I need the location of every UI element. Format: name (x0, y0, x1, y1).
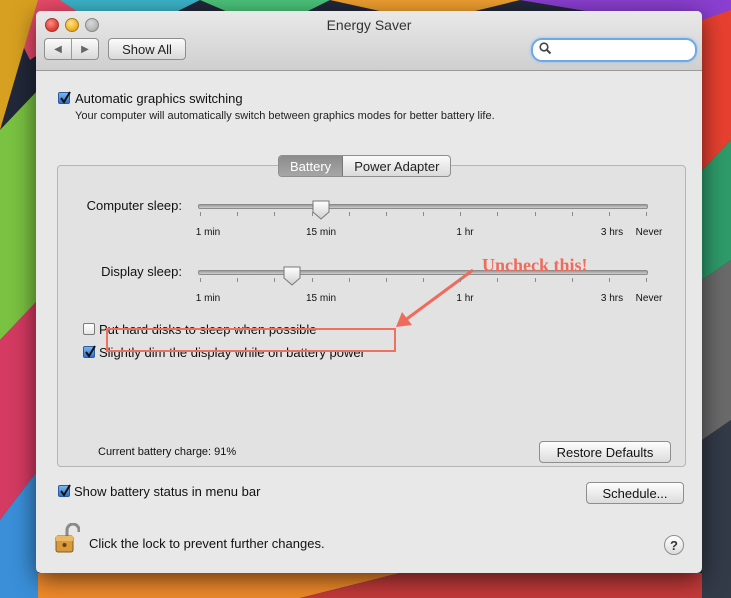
slider-tick-mark (608, 278, 610, 282)
graphics-switching-label[interactable]: Automatic graphics switching (75, 91, 243, 106)
graphics-switching-description: Your computer will automatically switch … (75, 110, 495, 122)
slider-tick-mark (646, 278, 647, 282)
slider-tick-mark (348, 212, 350, 216)
checkmark-icon (85, 345, 96, 358)
back-forward-control: ◀ ▶ (44, 38, 99, 60)
checkmark-icon (60, 484, 71, 497)
slider-tick-mark (646, 212, 647, 216)
lock-label: Click the lock to prevent further change… (89, 536, 325, 551)
slider-tick-mark (348, 278, 350, 282)
display-sleep-tick-label: Never (635, 293, 663, 304)
tab-battery[interactable]: Battery (279, 156, 344, 176)
unlocked-padlock-icon[interactable] (54, 523, 80, 555)
search-input[interactable] (555, 42, 689, 58)
slider-tick-mark (460, 212, 462, 216)
computer-sleep-tick-label: 1 min (195, 227, 221, 238)
slider-tick-mark (200, 212, 201, 216)
restore-defaults-button[interactable]: Restore Defaults (539, 441, 671, 463)
display-sleep-tick-label: 3 hrs (600, 293, 624, 304)
slider-tick-mark (385, 212, 387, 216)
hard-disks-sleep-checkbox[interactable] (83, 323, 95, 335)
back-arrow-icon[interactable]: ◀ (45, 39, 72, 59)
slider-tick-mark (423, 212, 424, 216)
battery-status-menu-checkbox[interactable] (58, 484, 71, 497)
tab-bar: Battery Power Adapter (278, 155, 452, 177)
annotation-text: Uncheck this! (482, 255, 588, 275)
search-icon (539, 42, 552, 55)
computer-sleep-tick-label: 15 min (305, 227, 337, 238)
slider-tick-mark (200, 278, 201, 282)
computer-sleep-tick-label: 1 hr (456, 227, 474, 238)
slider-tick-mark (460, 278, 462, 282)
computer-sleep-slider-track[interactable] (198, 204, 648, 209)
energy-saver-window: Energy Saver ◀ ▶ Show All Automatic grap… (36, 11, 702, 573)
slider-tick-mark (497, 278, 499, 282)
display-sleep-tick-label: 1 min (195, 293, 221, 304)
slider-tick-mark (274, 278, 276, 282)
help-button[interactable]: ? (664, 535, 684, 555)
annotation-highlight-box (106, 328, 396, 352)
slider-tick-mark (534, 278, 536, 282)
slider-tick-mark (274, 212, 276, 216)
slider-tick-mark (608, 212, 610, 216)
computer-sleep-slider-knob[interactable] (312, 200, 330, 220)
forward-arrow-icon[interactable]: ▶ (72, 39, 98, 59)
computer-sleep-label: Computer sleep: (86, 198, 182, 213)
slider-tick-mark (497, 212, 499, 216)
slider-tick-mark (534, 212, 536, 216)
slider-tick-mark (311, 278, 313, 282)
slider-tick-mark (571, 212, 573, 216)
display-sleep-label: Display sleep: (101, 264, 182, 279)
battery-status-menu-label[interactable]: Show battery status in menu bar (74, 484, 260, 499)
show-all-button[interactable]: Show All (108, 38, 186, 60)
slider-tick-mark (237, 212, 239, 216)
display-sleep-slider-knob[interactable] (283, 266, 301, 286)
title-bar: Energy Saver ◀ ▶ Show All (36, 11, 702, 71)
window-title: Energy Saver (326, 17, 412, 33)
computer-sleep-tick-label: Never (635, 227, 663, 238)
display-sleep-tick-label: 1 hr (456, 293, 474, 304)
schedule-button[interactable]: Schedule... (586, 482, 684, 504)
slider-tick-mark (423, 278, 424, 282)
slider-tick-mark (237, 278, 239, 282)
display-sleep-tick-label: 15 min (305, 293, 337, 304)
dim-display-checkbox[interactable] (83, 345, 96, 358)
computer-sleep-tick-label: 3 hrs (600, 227, 624, 238)
slider-tick-mark (571, 278, 573, 282)
graphics-switching-checkbox[interactable] (58, 91, 71, 104)
checkmark-icon (60, 91, 71, 104)
battery-charge-text: Current battery charge: 91% (98, 446, 237, 458)
tab-power-adapter[interactable]: Power Adapter (343, 156, 450, 176)
slider-tick-mark (311, 212, 313, 216)
slider-tick-mark (385, 278, 387, 282)
search-field[interactable] (531, 38, 697, 62)
